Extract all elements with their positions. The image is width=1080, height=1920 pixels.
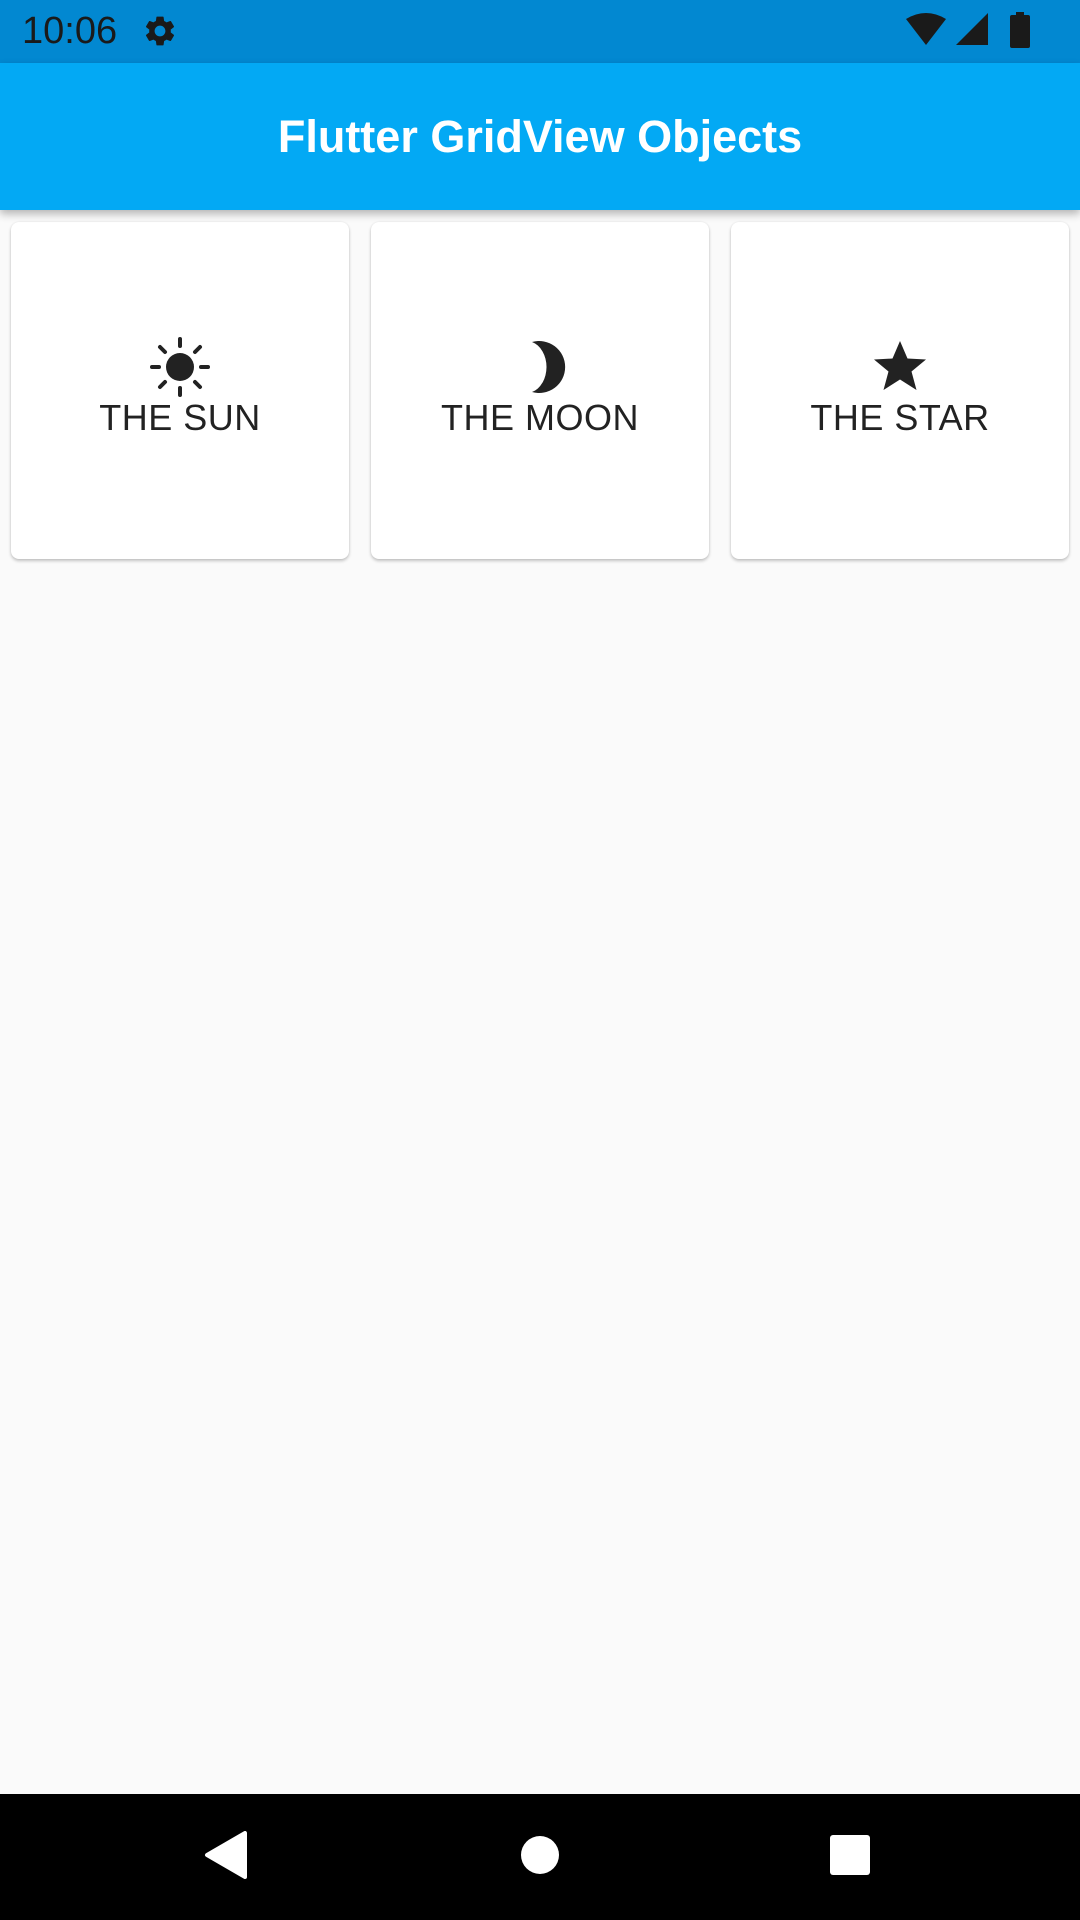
grid-card-moon[interactable]: THE MOON bbox=[371, 222, 709, 559]
status-time: 10:06 bbox=[22, 10, 118, 52]
grid-card-label: THE STAR bbox=[810, 396, 990, 438]
status-icons bbox=[906, 11, 1030, 53]
grid-card-label: THE SUN bbox=[99, 396, 261, 438]
cell-signal-icon bbox=[954, 12, 988, 52]
page-title: Flutter GridView Objects bbox=[277, 110, 803, 162]
sun-icon bbox=[150, 336, 210, 397]
battery-icon bbox=[1010, 11, 1030, 53]
grid-view: THE SUN THE MOON THE STAR bbox=[11, 222, 1069, 559]
grid-card-sun[interactable]: THE SUN bbox=[11, 222, 349, 559]
home-button[interactable] bbox=[480, 1794, 600, 1920]
system-nav-bar bbox=[0, 1794, 1080, 1920]
grid-card-label: THE MOON bbox=[441, 396, 639, 438]
wifi-icon bbox=[906, 12, 946, 52]
moon-icon bbox=[510, 337, 570, 397]
back-icon bbox=[203, 1830, 247, 1884]
grid-card-star[interactable]: THE STAR bbox=[731, 222, 1069, 559]
home-icon bbox=[520, 1835, 560, 1880]
recents-button[interactable] bbox=[790, 1794, 910, 1920]
status-bar: 10:06 bbox=[0, 0, 1080, 63]
star-icon bbox=[870, 337, 930, 397]
recents-icon bbox=[830, 1834, 870, 1880]
app-bar: Flutter GridView Objects bbox=[0, 63, 1080, 210]
gear-icon bbox=[142, 13, 178, 49]
back-button[interactable] bbox=[165, 1794, 285, 1920]
